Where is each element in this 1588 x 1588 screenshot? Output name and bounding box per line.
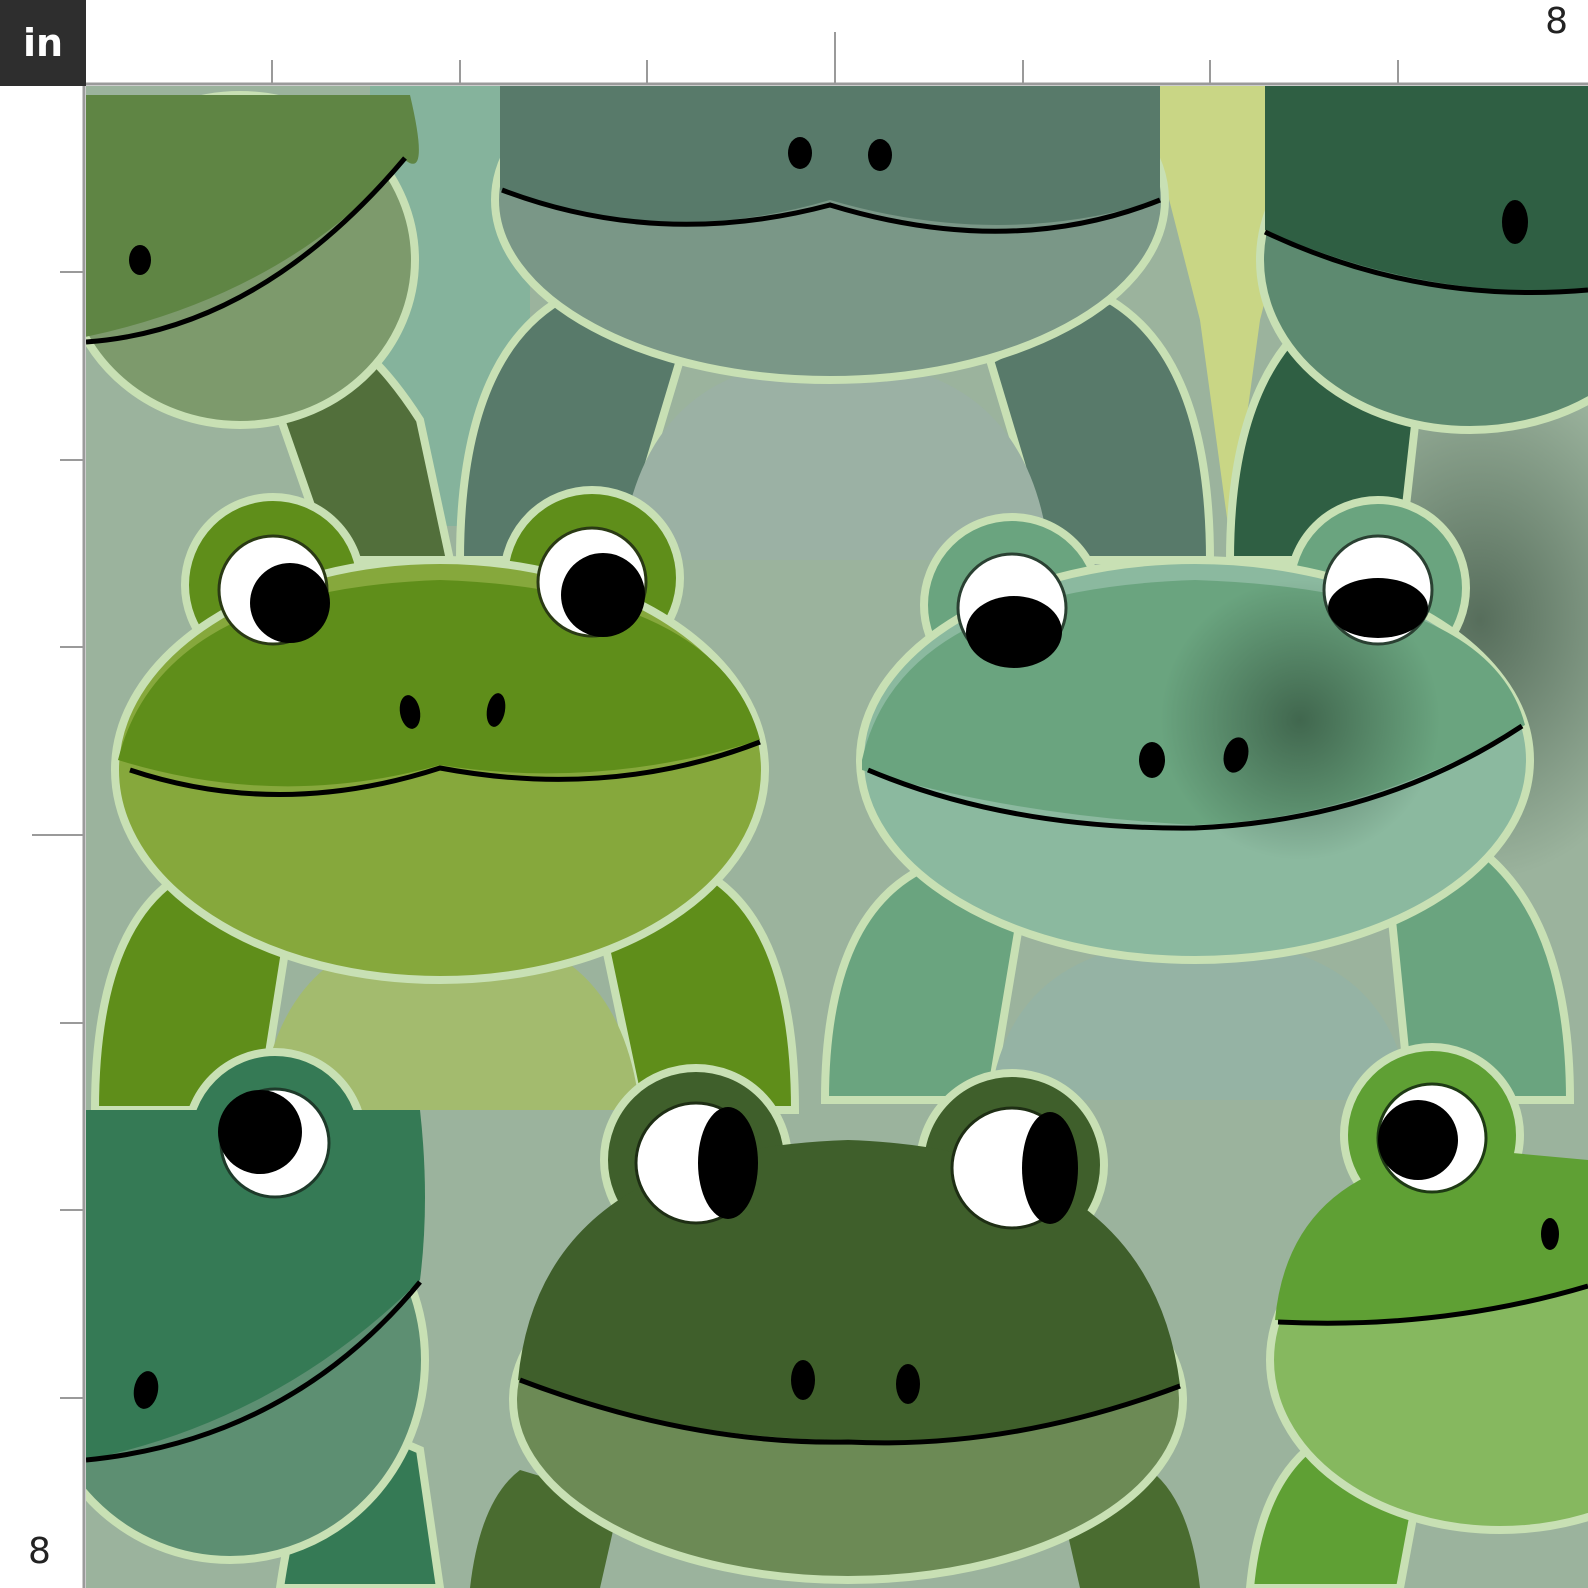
left-ruler: 8 [0, 86, 86, 1588]
frog-middle-right [820, 496, 1575, 1104]
top-ruler-ticks [86, 32, 1588, 86]
frog-pattern-illustration [86, 86, 1588, 1588]
frog-bottom-left [86, 1048, 445, 1588]
unit-toggle-button[interactable]: in [0, 0, 86, 86]
top-ruler: 8 [86, 0, 1588, 86]
left-ruler-ticks [32, 86, 86, 1588]
top-ruler-end-label: 8 [1545, 1, 1568, 42]
left-ruler-end-label: 8 [28, 1531, 51, 1572]
fabric-pattern-preview [86, 86, 1588, 1588]
